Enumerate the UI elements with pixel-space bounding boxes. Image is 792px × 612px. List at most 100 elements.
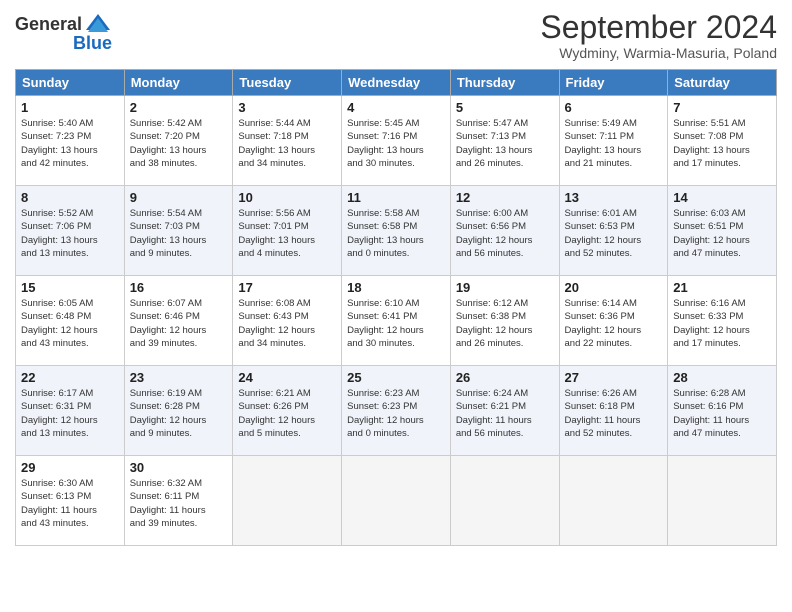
day-detail: Sunrise: 6:28 AM Sunset: 6:16 PM Dayligh… [673,387,771,440]
day-detail: Sunrise: 6:16 AM Sunset: 6:33 PM Dayligh… [673,297,771,350]
day-detail: Sunrise: 6:21 AM Sunset: 6:26 PM Dayligh… [238,387,336,440]
table-row: 20Sunrise: 6:14 AM Sunset: 6:36 PM Dayli… [559,276,668,366]
day-detail: Sunrise: 6:14 AM Sunset: 6:36 PM Dayligh… [565,297,663,350]
table-row: 2 Sunrise: 5:42 AM Sunset: 7:20 PM Daylig… [124,96,233,186]
table-row: 21 Sunrise: 6:16 AM Sunset: 6:33 PM Dayli… [668,276,777,366]
day-number: 22 [21,370,119,385]
day-number: 2 [130,100,228,115]
table-row: 11 Sunrise: 5:58 AM Sunset: 6:58 PM Dayli… [342,186,451,276]
calendar-header: General Blue September 2024 Wydminy, War… [15,10,777,61]
day-detail: Sunrise: 5:45 AM Sunset: 7:16 PM Dayligh… [347,117,445,170]
table-row: 24 Sunrise: 6:21 AM Sunset: 6:26 PM Dayli… [233,366,342,456]
day-number: 6 [565,100,663,115]
day-number: 19 [456,280,554,295]
day-number: 11 [347,190,445,205]
location: Wydminy, Warmia-Masuria, Poland [540,45,777,61]
day-detail: Sunrise: 5:47 AM Sunset: 7:13 PM Dayligh… [456,117,554,170]
day-detail: Sunrise: 6:03 AM Sunset: 6:51 PM Dayligh… [673,207,771,260]
day-number: 23 [130,370,228,385]
table-row: 30 Sunrise: 6:32 AM Sunset: 6:11 PM Dayli… [124,456,233,546]
day-detail: Sunrise: 5:44 AM Sunset: 7:18 PM Dayligh… [238,117,336,170]
day-number: 16 [130,280,228,295]
week-row: 8 Sunrise: 5:52 AM Sunset: 7:06 PM Daylig… [16,186,777,276]
day-number: 13 [565,190,663,205]
table-row: 17 Sunrise: 6:08 AM Sunset: 6:43 PM Dayli… [233,276,342,366]
calendar-table: Sunday Monday Tuesday Wednesday Thursday… [15,69,777,546]
day-number: 12 [456,190,554,205]
day-detail: Sunrise: 5:40 AM Sunset: 7:23 PM Dayligh… [21,117,119,170]
day-number: 29 [21,460,119,475]
week-row: 22 Sunrise: 6:17 AM Sunset: 6:31 PM Dayli… [16,366,777,456]
col-saturday: Saturday [668,70,777,96]
table-row: 3 Sunrise: 5:44 AM Sunset: 7:18 PM Daylig… [233,96,342,186]
day-detail: Sunrise: 6:23 AM Sunset: 6:23 PM Dayligh… [347,387,445,440]
day-number: 4 [347,100,445,115]
day-detail: Sunrise: 6:10 AM Sunset: 6:41 PM Dayligh… [347,297,445,350]
table-row [559,456,668,546]
day-detail: Sunrise: 6:32 AM Sunset: 6:11 PM Dayligh… [130,477,228,530]
day-detail: Sunrise: 5:56 AM Sunset: 7:01 PM Dayligh… [238,207,336,260]
table-row: 10Sunrise: 5:56 AM Sunset: 7:01 PM Dayli… [233,186,342,276]
day-number: 14 [673,190,771,205]
logo-blue: Blue [73,34,112,52]
week-row: 15Sunrise: 6:05 AM Sunset: 6:48 PM Dayli… [16,276,777,366]
table-row: 22 Sunrise: 6:17 AM Sunset: 6:31 PM Dayli… [16,366,125,456]
day-number: 26 [456,370,554,385]
table-row: 19 Sunrise: 6:12 AM Sunset: 6:38 PM Dayli… [450,276,559,366]
day-detail: Sunrise: 6:24 AM Sunset: 6:21 PM Dayligh… [456,387,554,440]
table-row: 18 Sunrise: 6:10 AM Sunset: 6:41 PM Dayli… [342,276,451,366]
table-row [668,456,777,546]
table-row: 27 Sunrise: 6:26 AM Sunset: 6:18 PM Dayli… [559,366,668,456]
day-number: 24 [238,370,336,385]
table-row: 1 Sunrise: 5:40 AM Sunset: 7:23 PM Daylig… [16,96,125,186]
day-number: 30 [130,460,228,475]
table-row: 29 Sunrise: 6:30 AM Sunset: 6:13 PM Dayli… [16,456,125,546]
day-detail: Sunrise: 6:19 AM Sunset: 6:28 PM Dayligh… [130,387,228,440]
day-number: 9 [130,190,228,205]
day-number: 8 [21,190,119,205]
col-tuesday: Tuesday [233,70,342,96]
day-detail: Sunrise: 5:42 AM Sunset: 7:20 PM Dayligh… [130,117,228,170]
day-detail: Sunrise: 6:26 AM Sunset: 6:18 PM Dayligh… [565,387,663,440]
day-detail: Sunrise: 5:58 AM Sunset: 6:58 PM Dayligh… [347,207,445,260]
week-row: 29 Sunrise: 6:30 AM Sunset: 6:13 PM Dayli… [16,456,777,546]
table-row: 26 Sunrise: 6:24 AM Sunset: 6:21 PM Dayli… [450,366,559,456]
day-number: 27 [565,370,663,385]
table-row [233,456,342,546]
day-detail: Sunrise: 5:52 AM Sunset: 7:06 PM Dayligh… [21,207,119,260]
day-detail: Sunrise: 6:01 AM Sunset: 6:53 PM Dayligh… [565,207,663,260]
day-detail: Sunrise: 5:49 AM Sunset: 7:11 PM Dayligh… [565,117,663,170]
table-row: 13 Sunrise: 6:01 AM Sunset: 6:53 PM Dayli… [559,186,668,276]
day-number: 21 [673,280,771,295]
table-row: 12Sunrise: 6:00 AM Sunset: 6:56 PM Dayli… [450,186,559,276]
day-detail: Sunrise: 6:08 AM Sunset: 6:43 PM Dayligh… [238,297,336,350]
day-number: 18 [347,280,445,295]
day-number: 3 [238,100,336,115]
day-number: 7 [673,100,771,115]
month-title: September 2024 [540,10,777,45]
table-row: 14 Sunrise: 6:03 AM Sunset: 6:51 PM Dayli… [668,186,777,276]
table-row [342,456,451,546]
logo: General Blue [15,10,112,52]
table-row: 25Sunrise: 6:23 AM Sunset: 6:23 PM Dayli… [342,366,451,456]
table-row: 16 Sunrise: 6:07 AM Sunset: 6:46 PM Dayli… [124,276,233,366]
day-detail: Sunrise: 6:17 AM Sunset: 6:31 PM Dayligh… [21,387,119,440]
table-row: 15Sunrise: 6:05 AM Sunset: 6:48 PM Dayli… [16,276,125,366]
day-number: 5 [456,100,554,115]
day-detail: Sunrise: 6:12 AM Sunset: 6:38 PM Dayligh… [456,297,554,350]
day-number: 1 [21,100,119,115]
day-detail: Sunrise: 5:51 AM Sunset: 7:08 PM Dayligh… [673,117,771,170]
table-row: 5 Sunrise: 5:47 AM Sunset: 7:13 PM Daylig… [450,96,559,186]
day-detail: Sunrise: 5:54 AM Sunset: 7:03 PM Dayligh… [130,207,228,260]
col-thursday: Thursday [450,70,559,96]
col-sunday: Sunday [16,70,125,96]
col-monday: Monday [124,70,233,96]
table-row: 9 Sunrise: 5:54 AM Sunset: 7:03 PM Daylig… [124,186,233,276]
day-detail: Sunrise: 6:07 AM Sunset: 6:46 PM Dayligh… [130,297,228,350]
day-detail: Sunrise: 6:30 AM Sunset: 6:13 PM Dayligh… [21,477,119,530]
title-block: September 2024 Wydminy, Warmia-Masuria, … [540,10,777,61]
table-row: 4 Sunrise: 5:45 AM Sunset: 7:16 PM Daylig… [342,96,451,186]
day-number: 17 [238,280,336,295]
day-number: 15 [21,280,119,295]
week-row: 1 Sunrise: 5:40 AM Sunset: 7:23 PM Daylig… [16,96,777,186]
